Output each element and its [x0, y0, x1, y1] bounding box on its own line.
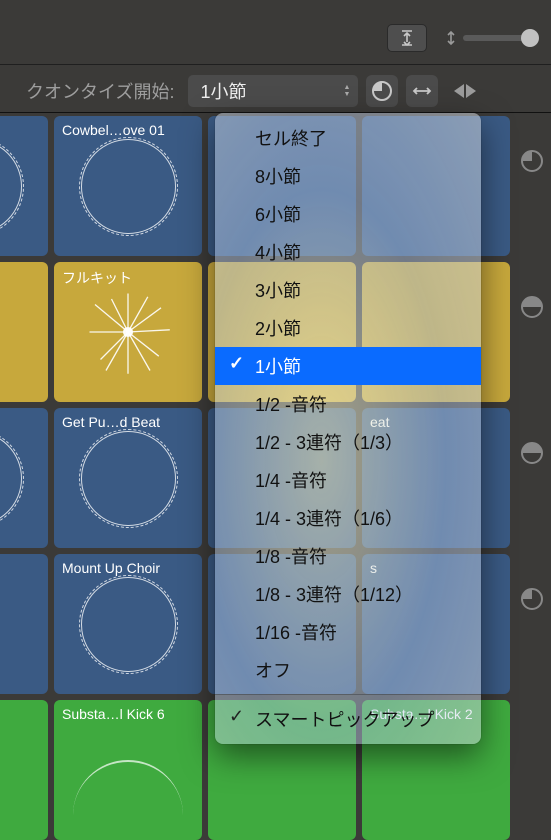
menu-item[interactable]: 8小節 — [215, 157, 481, 195]
triangle-left-icon — [454, 84, 464, 98]
vertical-resize-icon — [400, 30, 414, 46]
menu-item[interactable]: 2小節 — [215, 309, 481, 347]
menu-item[interactable]: 3小節 — [215, 271, 481, 309]
vertical-arrow-icon — [445, 30, 457, 46]
menu-item[interactable]: 6小節 — [215, 195, 481, 233]
menu-item-smart-pickup[interactable]: スマートピックアップ — [215, 700, 481, 738]
cell-label: Beat — [0, 414, 40, 430]
cell-label: Bells — [0, 560, 40, 576]
cell[interactable]: Beat — [0, 408, 48, 548]
row-indicator[interactable] — [521, 588, 543, 610]
cell-label: …n 04 — [0, 122, 40, 138]
menu-item[interactable]: 1/2 - 3連符（1/3） — [215, 423, 481, 461]
cell[interactable]: Bells — [0, 554, 48, 694]
cell-label: Mount Up Choir — [62, 560, 194, 576]
quantize-label: クオンタイズ開始: — [26, 78, 174, 104]
nudge-controls[interactable] — [454, 84, 476, 98]
pie-icon — [372, 81, 392, 101]
cell[interactable]: ick 5 — [0, 700, 48, 840]
chevron-up-down-icon: ▲▼ — [344, 84, 351, 98]
triangle-right-icon — [466, 84, 476, 98]
menu-item[interactable]: 1/4 -音符 — [215, 461, 481, 499]
quantize-select[interactable]: 1小節 ▲▼ — [188, 75, 358, 107]
menu-separator — [215, 694, 481, 695]
reverse-button[interactable] — [406, 75, 438, 107]
cell[interactable]: Mount Up Choir — [54, 554, 202, 694]
cell-label: ick 5 — [0, 706, 40, 722]
row-indicator-column — [521, 150, 543, 610]
menu-item[interactable]: セル終了 — [215, 119, 481, 157]
menu-item[interactable]: 4小節 — [215, 233, 481, 271]
cell[interactable] — [0, 262, 48, 402]
cell[interactable]: Substa…l Kick 6 — [54, 700, 202, 840]
cell[interactable]: …n 04 — [0, 116, 48, 256]
menu-item[interactable]: 1/2 -音符 — [215, 385, 481, 423]
quantize-value: 1小節 — [200, 78, 246, 104]
play-mode-button[interactable] — [366, 75, 398, 107]
menu-item-selected[interactable]: 1小節 — [215, 347, 481, 385]
cell-label: Cowbel…ove 01 — [62, 122, 194, 138]
cell-label: Substa…l Kick 6 — [62, 706, 194, 722]
row-indicator[interactable] — [521, 296, 543, 318]
menu-item[interactable]: 1/4 - 3連符（1/6） — [215, 499, 481, 537]
cell[interactable]: Cowbel…ove 01 — [54, 116, 202, 256]
quantize-menu: セル終了 8小節 6小節 4小節 3小節 2小節 1小節 1/2 -音符 1/2… — [215, 113, 481, 744]
cell[interactable]: フルキット — [54, 262, 202, 402]
vertical-fit-button[interactable] — [387, 24, 427, 52]
row-indicator[interactable] — [521, 442, 543, 464]
cell-label: フルキット — [62, 268, 194, 288]
menu-item[interactable]: 1/8 -音符 — [215, 537, 481, 575]
row-indicator[interactable] — [521, 150, 543, 172]
zoom-slider[interactable] — [463, 35, 537, 41]
slider-knob[interactable] — [521, 29, 539, 47]
menu-item[interactable]: 1/8 - 3連符（1/12） — [215, 575, 481, 613]
swap-icon — [411, 84, 433, 98]
cell-label: Get Pu…d Beat — [62, 414, 194, 430]
menu-item[interactable]: 1/16 -音符 — [215, 613, 481, 651]
cell[interactable]: Get Pu…d Beat — [54, 408, 202, 548]
menu-item[interactable]: オフ — [215, 651, 481, 689]
